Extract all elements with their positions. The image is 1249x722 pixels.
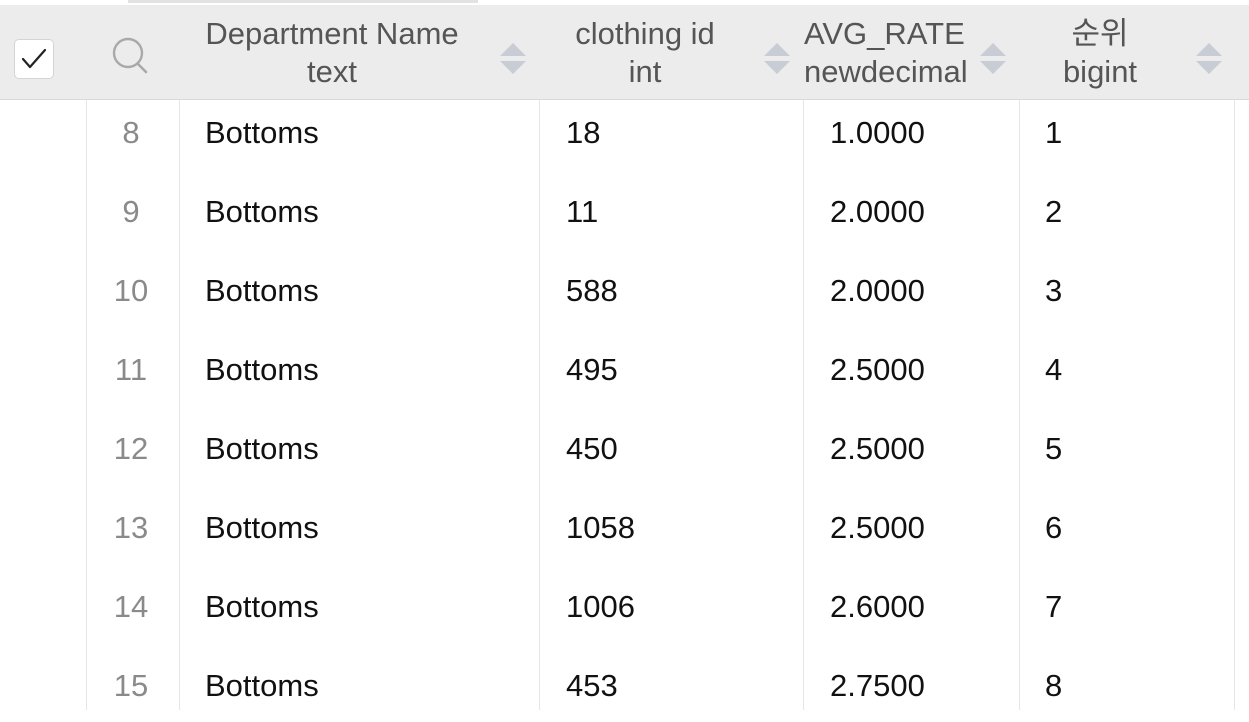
row-number: 10 — [113, 273, 149, 308]
table-header: Department Name text clothing id int AVG… — [0, 5, 1249, 100]
select-all-checkbox[interactable] — [14, 39, 54, 79]
column-type: int — [628, 54, 662, 89]
cell-department-name[interactable]: Bottoms — [205, 114, 319, 152]
sort-arrows-icon[interactable] — [1194, 41, 1224, 75]
row-number: 11 — [114, 352, 148, 387]
cell-avg-rate[interactable]: 2.5000 — [830, 430, 925, 468]
sort-arrows-icon[interactable] — [978, 41, 1008, 75]
column-type: bigint — [1062, 54, 1138, 89]
row-number: 15 — [113, 668, 149, 703]
column-name: clothing id — [575, 16, 715, 51]
cell-rank[interactable]: 8 — [1045, 667, 1062, 705]
cell-department-name[interactable]: Bottoms — [205, 588, 319, 626]
cell-clothing-id[interactable]: 450 — [566, 430, 618, 468]
cell-avg-rate[interactable]: 2.0000 — [830, 193, 925, 231]
row-number: 14 — [113, 589, 149, 624]
cell-avg-rate[interactable]: 2.6000 — [830, 588, 925, 626]
row-number: 12 — [113, 431, 149, 466]
column-header-department-name[interactable]: Department Name text — [180, 5, 538, 99]
sort-arrows-icon[interactable] — [762, 41, 792, 75]
row-number: 9 — [122, 194, 140, 229]
cell-rank[interactable]: 4 — [1045, 351, 1062, 389]
table-body: 8 Bottoms 18 1.0000 1 9 Bottoms 11 2.000… — [0, 100, 1249, 710]
column-header-rank[interactable]: 순위 bigint — [1020, 5, 1249, 99]
column-name: Department Name — [205, 16, 459, 51]
cell-rank[interactable]: 3 — [1045, 272, 1062, 310]
cell-avg-rate[interactable]: 2.5000 — [830, 509, 925, 547]
cell-clothing-id[interactable]: 18 — [566, 114, 600, 152]
column-type: newdecimal — [804, 54, 966, 89]
cell-clothing-id[interactable]: 495 — [566, 351, 618, 389]
table-row[interactable]: 11 Bottoms 495 2.5000 4 — [0, 337, 1249, 416]
column-header-avg-rate[interactable]: AVG_RATE newdecimal — [804, 5, 1018, 99]
row-number: 13 — [113, 510, 149, 545]
cell-department-name[interactable]: Bottoms — [205, 509, 319, 547]
cell-department-name[interactable]: Bottoms — [205, 193, 319, 231]
cell-clothing-id[interactable]: 453 — [566, 667, 618, 705]
header-top-divider — [128, 0, 478, 3]
cell-rank[interactable]: 1 — [1045, 114, 1062, 152]
cell-rank[interactable]: 6 — [1045, 509, 1062, 547]
cell-rank[interactable]: 5 — [1045, 430, 1062, 468]
cell-rank[interactable]: 7 — [1045, 588, 1062, 626]
cell-department-name[interactable]: Bottoms — [205, 430, 319, 468]
cell-avg-rate[interactable]: 2.0000 — [830, 272, 925, 310]
table-row[interactable]: 13 Bottoms 1058 2.5000 6 — [0, 495, 1249, 574]
sort-arrows-icon[interactable] — [498, 41, 528, 75]
column-name: AVG_RATE — [804, 16, 965, 51]
cell-clothing-id[interactable]: 588 — [566, 272, 618, 310]
search-icon[interactable] — [110, 35, 150, 77]
row-number: 8 — [122, 115, 140, 150]
cell-clothing-id[interactable]: 11 — [566, 193, 598, 231]
cell-clothing-id[interactable]: 1058 — [566, 509, 635, 547]
cell-department-name[interactable]: Bottoms — [205, 272, 319, 310]
table-row[interactable]: 8 Bottoms 18 1.0000 1 — [0, 100, 1249, 179]
table-row[interactable]: 10 Bottoms 588 2.0000 3 — [0, 258, 1249, 337]
cell-clothing-id[interactable]: 1006 — [566, 588, 635, 626]
cell-rank[interactable]: 2 — [1045, 193, 1062, 231]
cell-avg-rate[interactable]: 2.5000 — [830, 351, 925, 389]
cell-avg-rate[interactable]: 2.7500 — [830, 667, 925, 705]
table-row[interactable]: 12 Bottoms 450 2.5000 5 — [0, 416, 1249, 495]
checkmark-icon — [21, 48, 47, 69]
column-header-clothing-id[interactable]: clothing id int — [540, 5, 802, 99]
cell-avg-rate[interactable]: 1.0000 — [830, 114, 925, 152]
table-row[interactable]: 15 Bottoms 453 2.7500 8 — [0, 653, 1249, 710]
cell-department-name[interactable]: Bottoms — [205, 667, 319, 705]
table-row[interactable]: 14 Bottoms 1006 2.6000 7 — [0, 574, 1249, 653]
cell-department-name[interactable]: Bottoms — [205, 351, 319, 389]
column-name: 순위 — [1071, 16, 1129, 51]
table-row[interactable]: 9 Bottoms 11 2.0000 2 — [0, 179, 1249, 258]
column-type: text — [307, 54, 357, 89]
